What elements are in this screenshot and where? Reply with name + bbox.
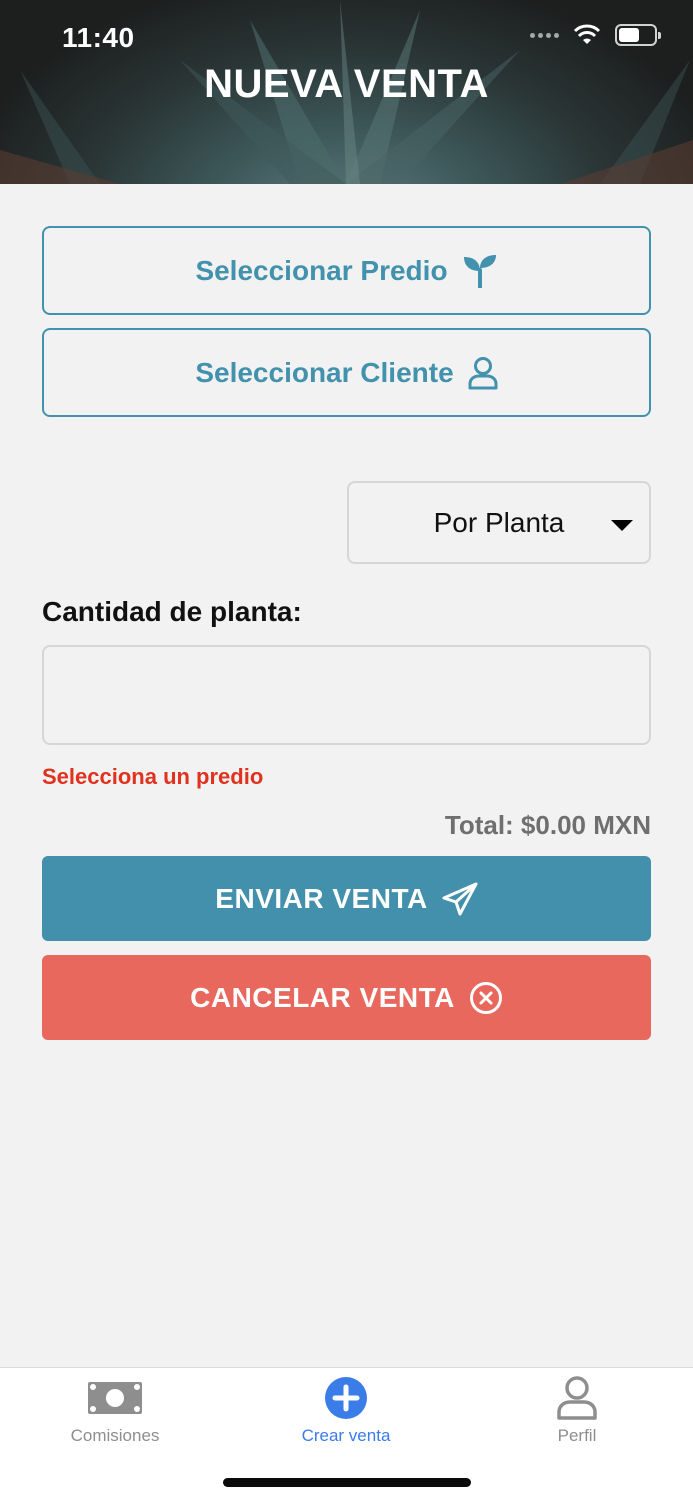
tab-comisiones-label: Comisiones [70,1426,160,1445]
tab-comisiones[interactable]: Comisiones [15,1376,215,1466]
wifi-icon [573,24,601,44]
battery-icon [615,24,661,46]
money-icon [88,1382,142,1414]
tab-perfil[interactable]: Perfil [477,1376,677,1466]
sale-type-selected: Por Planta [433,506,565,538]
seedling-icon [463,254,496,288]
status-time: 11:40 [62,22,135,53]
close-circle-icon [469,981,502,1014]
status-icons [530,24,661,46]
select-cliente-label: Seleccionar Cliente [195,356,454,388]
select-cliente-button[interactable]: Seleccionar Cliente [42,328,651,417]
home-indicator[interactable] [223,1478,471,1487]
page-title: NUEVA VENTA [204,62,489,106]
tab-crear-venta[interactable]: Crear venta [246,1376,446,1466]
cancel-sale-label: CANCELAR VENTA [190,981,455,1013]
tab-crear-venta-label: Crear venta [301,1426,391,1445]
quantity-label: Cantidad de planta: [42,596,302,627]
send-sale-label: ENVIAR VENTA [215,882,428,914]
select-predio-label: Seleccionar Predio [195,254,448,286]
error-message: Selecciona un predio [42,764,264,789]
tab-perfil-label: Perfil [557,1426,597,1445]
caret-down-icon [611,520,633,531]
user-icon [557,1376,597,1420]
send-sale-button[interactable]: ENVIAR VENTA [42,856,651,941]
user-icon [468,356,498,389]
header-banner: 11:40 NUEVA VENTA [0,0,693,184]
paper-plane-icon [442,882,478,915]
cancel-sale-button[interactable]: CANCELAR VENTA [42,955,651,1040]
quantity-input[interactable] [42,645,651,745]
sale-type-select[interactable]: Por Planta [347,481,651,564]
cellular-signal-icon [530,32,559,38]
select-predio-button[interactable]: Seleccionar Predio [42,226,651,315]
plus-circle-icon [325,1377,367,1419]
total-amount: Total: $0.00 MXN [444,810,651,840]
